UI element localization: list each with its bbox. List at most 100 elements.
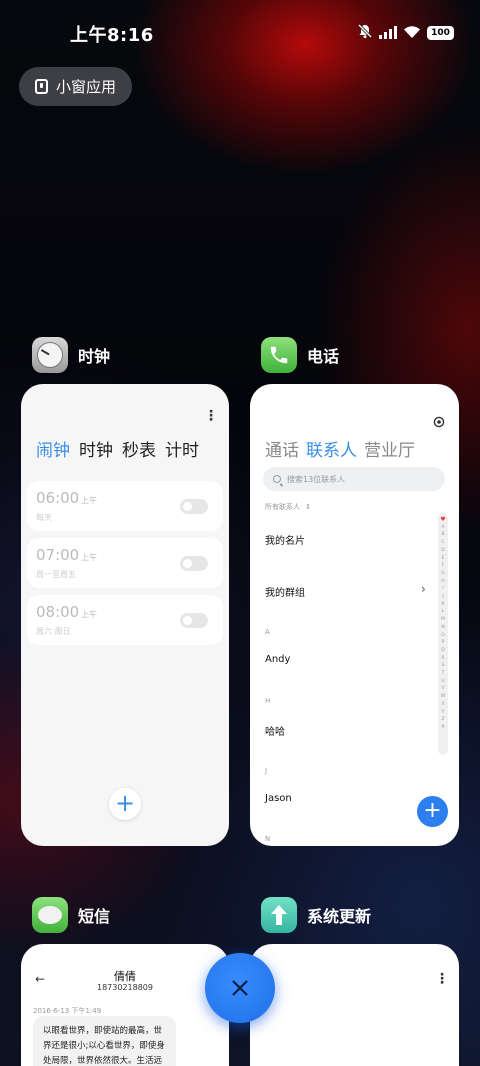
alarm-toggle[interactable] bbox=[180, 613, 208, 628]
app-name-sms: 短信 bbox=[78, 907, 111, 926]
contact-filter-label: 所有联系人 bbox=[265, 503, 300, 511]
section-letter: J bbox=[265, 767, 268, 775]
contact-filter[interactable]: 所有联系人 ⇕ bbox=[265, 502, 311, 512]
tab-stopwatch[interactable]: 秒表 bbox=[122, 436, 156, 461]
search-placeholder: 搜索13位联系人 bbox=[287, 474, 346, 484]
alarm-toggle[interactable] bbox=[180, 556, 208, 571]
clock-app-card[interactable]: ⋮ 闹钟 时钟 秒表 计时 06:00 上午 每天 07:00 上午 周一至周五… bbox=[21, 384, 229, 846]
add-contact-button[interactable]: + bbox=[417, 796, 448, 827]
index-letter[interactable]: J bbox=[442, 593, 443, 601]
mute-bell-icon bbox=[357, 23, 373, 43]
index-letter[interactable]: R bbox=[441, 655, 444, 663]
clock-app-icon bbox=[32, 337, 68, 373]
index-letter[interactable]: G bbox=[441, 570, 445, 578]
favorites-heart-icon: ♥ bbox=[440, 516, 446, 523]
add-alarm-button[interactable]: + bbox=[109, 788, 141, 820]
settings-gear-icon[interactable] bbox=[433, 413, 445, 432]
index-letter[interactable]: V bbox=[441, 685, 444, 693]
app-name-phone: 电话 bbox=[307, 347, 340, 366]
alarm-time: 07:00 bbox=[36, 546, 80, 564]
app-header-sms[interactable]: 短信 bbox=[32, 897, 110, 933]
signal-icon bbox=[379, 24, 397, 43]
index-letter[interactable]: F bbox=[442, 562, 445, 570]
index-letter[interactable]: M bbox=[441, 616, 445, 624]
index-letter[interactable]: D bbox=[441, 547, 444, 555]
sms-app-icon bbox=[32, 897, 68, 933]
index-letter[interactable]: X bbox=[441, 701, 444, 709]
sms-contact-name: 倩倩 bbox=[114, 970, 136, 983]
index-letter[interactable]: # bbox=[441, 724, 445, 732]
battery-indicator: 100 bbox=[427, 26, 454, 40]
phone-tabs: 通话 联系人 营业厅 bbox=[265, 436, 415, 461]
index-letter[interactable]: A bbox=[441, 524, 444, 532]
section-letter: N bbox=[265, 835, 271, 843]
status-time: 上午8:16 bbox=[70, 25, 154, 46]
contact-item[interactable]: Jason bbox=[265, 793, 292, 804]
alphabet-index[interactable]: ♥ A B C D E F G H I J K L M N O P Q R S … bbox=[438, 513, 448, 755]
contact-item[interactable]: 哈哈 bbox=[265, 723, 285, 738]
tab-service-hall[interactable]: 营业厅 bbox=[364, 436, 415, 461]
index-letter[interactable]: I bbox=[442, 585, 443, 593]
contact-item[interactable]: Andy bbox=[265, 654, 290, 665]
floating-window-label: 小窗应用 bbox=[56, 78, 117, 96]
app-header-update[interactable]: 系统更新 bbox=[261, 897, 371, 933]
index-letter[interactable]: B bbox=[441, 531, 444, 539]
tab-calls[interactable]: 通话 bbox=[265, 436, 299, 461]
alarm-repeat: 周一至周五 bbox=[36, 570, 76, 579]
index-letter[interactable]: Q bbox=[441, 647, 445, 655]
section-letter: A bbox=[265, 628, 270, 636]
clear-all-button[interactable] bbox=[205, 953, 275, 1023]
wifi-icon bbox=[403, 24, 421, 43]
sms-message-time: 2016-6-13 下午1:49 bbox=[33, 1007, 102, 1015]
app-header-clock[interactable]: 时钟 bbox=[32, 337, 110, 373]
contact-search-input[interactable]: 搜索13位联系人 bbox=[263, 467, 445, 491]
index-letter[interactable]: T bbox=[442, 670, 445, 678]
sms-contact-number: 18730218809 bbox=[97, 983, 153, 992]
index-letter[interactable]: L bbox=[442, 608, 445, 616]
alarm-ampm: 上午 bbox=[81, 553, 97, 562]
alarm-repeat: 每天 bbox=[36, 513, 52, 522]
app-name-clock: 时钟 bbox=[78, 347, 111, 366]
index-letter[interactable]: S bbox=[442, 662, 445, 670]
sms-app-card[interactable]: ← 倩倩 18730218809 2016-6-13 下午1:49 以眼看世界，… bbox=[21, 944, 229, 1066]
index-letter[interactable]: P bbox=[442, 639, 445, 647]
update-app-card[interactable]: ⋮ bbox=[250, 944, 459, 1066]
alarm-item[interactable]: 07:00 上午 周一至周五 bbox=[27, 538, 223, 588]
index-letter[interactable]: Z bbox=[441, 716, 444, 724]
alarm-toggle[interactable] bbox=[180, 499, 208, 514]
alarm-time: 08:00 bbox=[36, 603, 80, 621]
chevron-right-icon: › bbox=[421, 582, 426, 596]
phone-app-card[interactable]: 通话 联系人 营业厅 搜索13位联系人 所有联系人 ⇕ 我的名片 我的群组 › … bbox=[250, 384, 459, 846]
app-name-update: 系统更新 bbox=[307, 907, 372, 926]
index-letter[interactable]: E bbox=[442, 555, 445, 563]
filter-toggle-icon: ⇕ bbox=[305, 503, 312, 511]
floating-window-button[interactable]: 小窗应用 bbox=[19, 67, 132, 106]
index-letter[interactable]: C bbox=[441, 539, 444, 547]
section-letter: H bbox=[265, 697, 271, 705]
app-header-phone[interactable]: 电话 bbox=[261, 337, 339, 373]
clock-more-icon[interactable]: ⋮ bbox=[204, 408, 218, 424]
clock-tabs: 闹钟 时钟 秒表 计时 bbox=[36, 436, 199, 461]
close-icon bbox=[232, 980, 248, 996]
index-letter[interactable]: U bbox=[441, 678, 444, 686]
sms-message-bubble: 以眼看世界，即使站的最高，世界还是很小;以心看世界，即使身处局限，世界依然很大。… bbox=[33, 1016, 176, 1066]
tab-alarm[interactable]: 闹钟 bbox=[36, 436, 70, 461]
update-more-icon[interactable]: ⋮ bbox=[435, 971, 449, 987]
index-letter[interactable]: O bbox=[441, 632, 445, 640]
tab-timer[interactable]: 计时 bbox=[165, 436, 199, 461]
index-letter[interactable]: Y bbox=[442, 709, 445, 717]
index-letter[interactable]: K bbox=[442, 601, 445, 609]
index-letter[interactable]: H bbox=[441, 578, 444, 586]
tab-contacts[interactable]: 联系人 bbox=[306, 436, 357, 461]
my-card-item[interactable]: 我的名片 bbox=[265, 532, 305, 547]
alarm-ampm: 上午 bbox=[81, 496, 97, 505]
alarm-item[interactable]: 06:00 上午 每天 bbox=[27, 481, 223, 531]
my-groups-item[interactable]: 我的群组 bbox=[265, 584, 305, 599]
alarm-item[interactable]: 08:00 上午 周六 周日 bbox=[27, 595, 223, 645]
tab-clock[interactable]: 时钟 bbox=[79, 436, 113, 461]
index-letter[interactable]: W bbox=[441, 693, 445, 701]
alarm-repeat: 周六 周日 bbox=[36, 627, 71, 636]
alarm-ampm: 上午 bbox=[81, 610, 97, 619]
index-letter[interactable]: N bbox=[441, 624, 444, 632]
search-icon bbox=[273, 475, 281, 483]
